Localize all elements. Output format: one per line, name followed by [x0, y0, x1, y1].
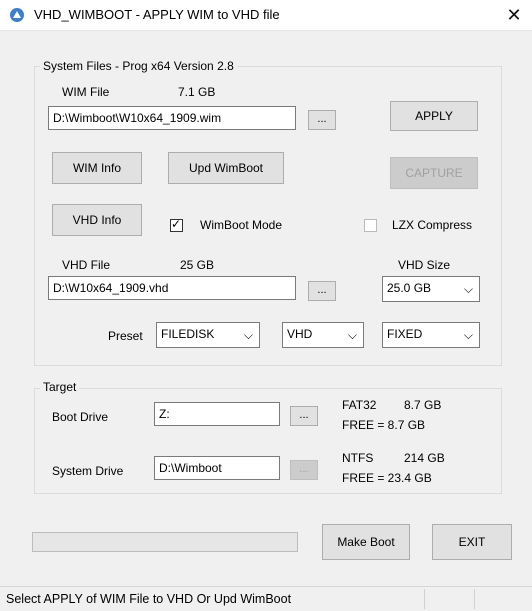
disk-mode-select[interactable]: FIXED ⌵	[382, 322, 480, 348]
wim-path-field[interactable]: D:\Wimboot\W10x64_1909.wim	[48, 106, 296, 130]
disk-type-value: VHD	[287, 327, 313, 341]
wim-info-button[interactable]: WIM Info	[52, 152, 142, 184]
wim-file-size: 7.1 GB	[178, 85, 216, 99]
disk-mode-value: FIXED	[387, 327, 423, 341]
status-bar: Select APPLY of WIM File to VHD Or Upd W…	[0, 586, 532, 611]
capture-button[interactable]: CAPTURE	[390, 157, 478, 189]
boot-drive-label: Boot Drive	[52, 410, 109, 424]
lzx-compress-checkbox[interactable]	[364, 219, 377, 232]
lzx-compress-label: LZX Compress	[392, 218, 473, 232]
progress-bar	[32, 532, 298, 552]
vhd-browse-button[interactable]: ...	[308, 281, 336, 301]
vhd-size-value: 25.0 GB	[387, 281, 432, 295]
status-divider	[424, 589, 425, 609]
boot-fs-type: FAT32	[342, 398, 377, 412]
apply-button[interactable]: APPLY	[390, 101, 478, 131]
preset-label: Preset	[108, 329, 143, 343]
boot-browse-button[interactable]: ...	[290, 406, 318, 426]
vhd-path-field[interactable]: D:\W10x64_1909.vhd	[48, 276, 296, 300]
boot-free-space: FREE = 8.7 GB	[342, 418, 426, 432]
wim-browse-button[interactable]: ...	[308, 110, 336, 130]
system-drive-field[interactable]: D:\Wimboot	[154, 456, 280, 480]
chevron-down-icon: ⌵	[347, 328, 357, 342]
boot-total-size: 8.7 GB	[404, 398, 442, 412]
status-text: Select APPLY of WIM File to VHD Or Upd W…	[6, 592, 292, 606]
preset-value: FILEDISK	[161, 327, 215, 341]
title-bar: VHD_WIMBOOT - APPLY WIM to VHD file ✕	[0, 0, 532, 31]
vhd-size-label: VHD Size	[398, 258, 451, 272]
chevron-down-icon: ⌵	[463, 328, 473, 342]
system-free-space: FREE = 23.4 GB	[342, 471, 432, 485]
vhd-file-label: VHD File	[62, 258, 111, 272]
preset-select[interactable]: FILEDISK ⌵	[156, 322, 260, 348]
system-total-size: 214 GB	[404, 451, 445, 465]
wimboot-mode-label: WimBoot Mode	[200, 218, 283, 232]
system-browse-button[interactable]: ...	[290, 460, 318, 480]
vhd-size-select[interactable]: 25.0 GB ⌵	[382, 276, 480, 302]
vhd-info-button[interactable]: VHD Info	[52, 204, 142, 236]
disk-type-select[interactable]: VHD ⌵	[282, 322, 364, 348]
window-title: VHD_WIMBOOT - APPLY WIM to VHD file	[34, 7, 280, 22]
chevron-down-icon: ⌵	[243, 328, 253, 342]
target-legend: Target	[40, 380, 80, 394]
exit-button[interactable]: EXIT	[432, 524, 512, 560]
wimboot-mode-checkbox[interactable]: ✓	[170, 217, 183, 232]
status-divider	[474, 589, 475, 609]
system-drive-label: System Drive	[52, 464, 124, 478]
make-boot-button[interactable]: Make Boot	[322, 524, 410, 560]
close-icon[interactable]: ✕	[496, 0, 532, 30]
boot-drive-field[interactable]: Z:	[154, 402, 280, 426]
system-fs-type: NTFS	[342, 451, 374, 465]
system-files-legend: System Files - Prog x64 Version 2.8	[40, 59, 237, 73]
check-icon: ✓	[171, 217, 182, 231]
wim-file-label: WIM File	[62, 85, 110, 99]
app-icon	[10, 8, 24, 22]
chevron-down-icon: ⌵	[463, 282, 473, 296]
vhd-file-size: 25 GB	[180, 258, 215, 272]
upd-wimboot-button[interactable]: Upd WimBoot	[168, 152, 284, 184]
